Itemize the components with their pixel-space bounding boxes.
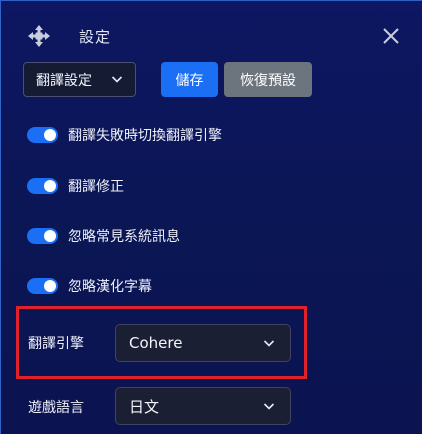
game-language-select-value: 日文 bbox=[129, 397, 160, 416]
toggle-knob bbox=[44, 230, 56, 242]
section-select-value: 翻譯設定 bbox=[36, 72, 92, 89]
title-bar[interactable]: 設定 bbox=[1, 1, 421, 59]
section-select[interactable]: 翻譯設定 bbox=[23, 62, 136, 97]
toggle-row-ignore-chinese-subtitles: 忽略漢化字幕 bbox=[27, 276, 152, 296]
game-language-select[interactable]: 日文 bbox=[115, 387, 291, 425]
chevron-down-icon bbox=[263, 340, 275, 347]
engine-select[interactable]: Cohere bbox=[115, 324, 291, 362]
chevron-down-icon bbox=[263, 403, 275, 410]
translation-fix-toggle[interactable] bbox=[27, 178, 58, 194]
toggle-label: 翻譯修正 bbox=[68, 179, 124, 195]
engine-select-value: Cohere bbox=[129, 334, 183, 352]
ignore-system-messages-toggle[interactable] bbox=[27, 228, 58, 244]
chevron-down-icon bbox=[111, 76, 123, 83]
settings-window: 設定 翻譯設定 儲存 恢復預設 翻譯失敗時切換翻譯引擎 翻譯修正 忽略常見系統訊… bbox=[0, 0, 422, 434]
toggle-label: 忽略常見系統訊息 bbox=[68, 229, 180, 245]
toggle-knob bbox=[44, 280, 56, 292]
close-icon[interactable] bbox=[381, 26, 401, 46]
ignore-chinese-subtitles-toggle[interactable] bbox=[27, 278, 58, 294]
toggle-row-ignore-system-messages: 忽略常見系統訊息 bbox=[27, 226, 180, 246]
move-arrows-icon[interactable] bbox=[27, 24, 51, 48]
toggle-knob bbox=[44, 129, 56, 141]
toggle-label: 忽略漢化字幕 bbox=[68, 279, 152, 295]
fallback-engine-toggle[interactable] bbox=[27, 127, 58, 143]
reset-defaults-button[interactable]: 恢復預設 bbox=[224, 62, 312, 97]
engine-label: 翻譯引擎 bbox=[28, 336, 84, 352]
game-language-label: 遊戲語言 bbox=[28, 400, 84, 416]
page-title: 設定 bbox=[79, 28, 112, 46]
toggle-knob bbox=[44, 180, 56, 192]
save-button[interactable]: 儲存 bbox=[161, 62, 218, 97]
toggle-row-fallback-engine: 翻譯失敗時切換翻譯引擎 bbox=[27, 125, 222, 145]
toggle-label: 翻譯失敗時切換翻譯引擎 bbox=[68, 128, 222, 144]
toggle-row-translation-fix: 翻譯修正 bbox=[27, 176, 124, 196]
